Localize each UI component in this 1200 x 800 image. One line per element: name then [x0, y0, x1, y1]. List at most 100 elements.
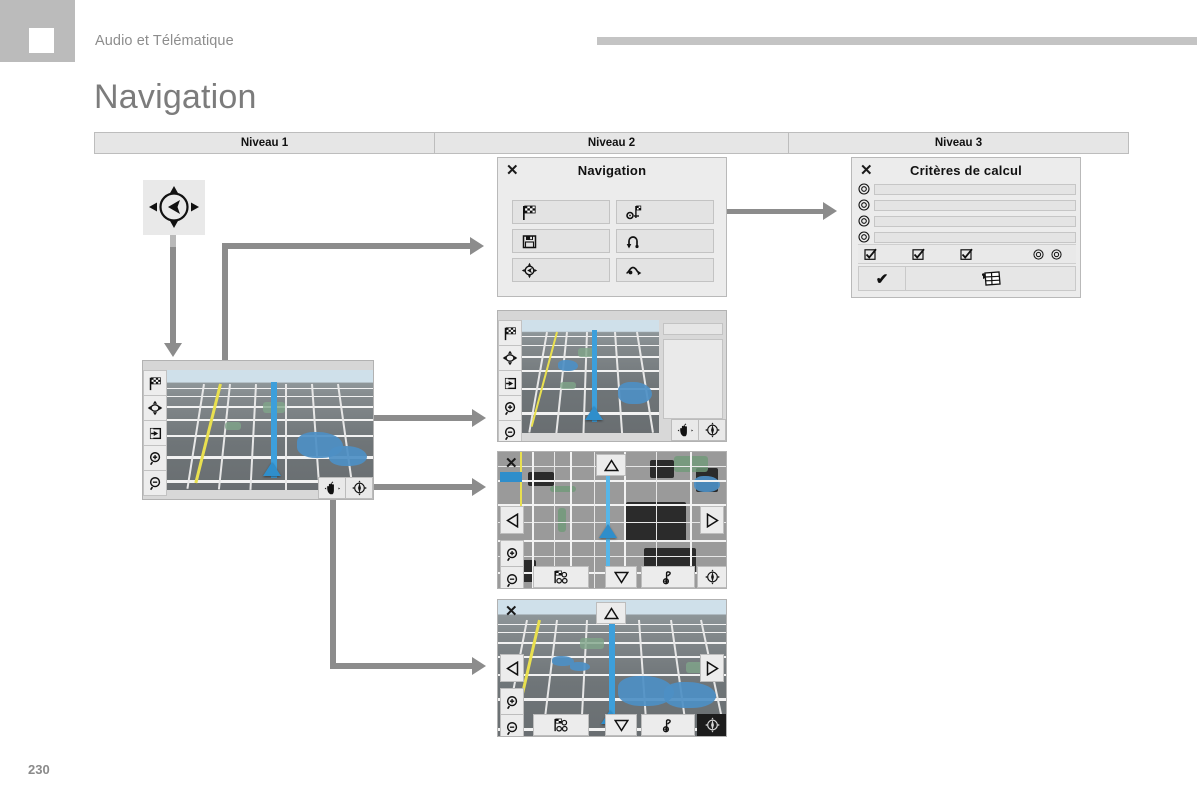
map-poi-button[interactable] [533, 566, 589, 588]
map-grid-button[interactable] [906, 267, 1075, 290]
criteria-option-row[interactable] [858, 230, 1076, 244]
map-bottom-bar [498, 714, 726, 736]
floppy-disk-save-icon [522, 234, 537, 248]
close-icon[interactable]: ✕ [506, 163, 519, 178]
corner-marker-inner [29, 28, 54, 53]
map-perspective-with-sidepanel[interactable] [497, 310, 727, 442]
pin-flag-icon [662, 718, 671, 732]
detail-list[interactable] [663, 339, 723, 419]
map-hand-pan-button[interactable] [671, 419, 699, 441]
map-canvas[interactable] [522, 320, 659, 433]
navigation-button-grid [512, 200, 714, 282]
pan-up-button[interactable] [596, 602, 626, 624]
map-zoom-in-button[interactable] [498, 395, 522, 421]
pan-down-button[interactable] [605, 714, 637, 736]
map-pan-button[interactable] [498, 345, 522, 371]
map-pan-button[interactable] [143, 395, 167, 421]
detail-field[interactable] [663, 323, 723, 335]
map-perspective-pan[interactable]: ✕ [497, 599, 727, 737]
navigation-joystick[interactable] [143, 180, 205, 235]
map-poi-button[interactable] [533, 714, 589, 736]
road-route-icon [626, 266, 642, 275]
triangle-down-icon [613, 571, 629, 584]
map-compass-button[interactable] [697, 566, 726, 588]
radio-button-icon [858, 215, 870, 227]
connector-joystick-to-map1 [170, 247, 176, 343]
compass-position-icon [521, 262, 538, 278]
pan-down-button[interactable] [605, 566, 637, 588]
pan-left-button[interactable] [500, 506, 524, 534]
criteria-option-row[interactable] [858, 182, 1076, 196]
checkered-flag-icon [504, 326, 516, 340]
checkbox-checked-icon [912, 248, 925, 260]
map-toolbar [143, 370, 167, 496]
criteria-checkbox-1[interactable] [858, 248, 906, 261]
close-icon[interactable]: ✕ [505, 456, 518, 471]
map-mode-buttons [318, 477, 373, 499]
map-canvas[interactable] [167, 370, 373, 490]
map-compass-button[interactable] [697, 714, 726, 736]
checkered-flag-icon [523, 205, 536, 220]
map-destination-button[interactable] [143, 370, 167, 396]
pan-right-button[interactable] [700, 654, 724, 682]
map-zoom-in-button[interactable] [500, 688, 524, 716]
nav-detour-button[interactable] [616, 229, 714, 253]
map-exit-button[interactable] [498, 370, 522, 396]
compass-rose-icon [704, 422, 720, 438]
pan-right-button[interactable] [700, 506, 724, 534]
map-destination-button[interactable] [498, 320, 522, 346]
criteria-option-row[interactable] [858, 198, 1076, 212]
map-compass-button[interactable] [345, 477, 373, 499]
map-topdown-pan[interactable]: ✕ [497, 451, 727, 589]
criteria-checkbox-3[interactable] [954, 248, 1002, 261]
map-hand-pan-button[interactable] [318, 477, 346, 499]
zoom-in-icon [506, 695, 517, 709]
zoom-in-icon [149, 451, 160, 465]
criteria-option-row[interactable] [858, 214, 1076, 228]
level-header-row: Niveau 1 Niveau 2 Niveau 3 [94, 132, 1129, 154]
checkered-flag-icon [149, 376, 161, 390]
connector-arrowhead-map3 [472, 478, 486, 496]
nav-destination-button[interactable] [512, 200, 610, 224]
zoom-in-icon [504, 401, 515, 415]
triangle-left-icon [505, 512, 518, 528]
pan-up-button[interactable] [596, 454, 626, 476]
level-header-3: Niveau 3 [788, 132, 1129, 154]
close-icon[interactable]: ✕ [860, 163, 873, 178]
poi-landmark-icon [554, 718, 568, 732]
nav-route-criteria-button[interactable] [616, 200, 714, 224]
criteria-checkbox-2[interactable] [906, 248, 954, 261]
radio-button-icon[interactable] [1051, 248, 1062, 260]
map-pin-flag-button[interactable] [641, 566, 695, 588]
map-compass-button[interactable] [698, 419, 726, 441]
confirm-button[interactable]: ✔ [859, 267, 906, 290]
map-zoom-in-button[interactable] [143, 445, 167, 471]
map-pin-flag-button[interactable] [641, 714, 695, 736]
close-icon[interactable]: ✕ [505, 604, 518, 619]
map-zoom-out-button[interactable] [143, 470, 167, 496]
poi-landmark-icon [554, 570, 568, 584]
nav-save-button[interactable] [512, 229, 610, 253]
map-status-strip [143, 361, 373, 370]
nav-position-button[interactable] [512, 258, 610, 282]
nav-road-route-button[interactable] [616, 258, 714, 282]
radio-button-icon[interactable] [1033, 248, 1044, 260]
connector-map1-to-map2 [372, 415, 474, 421]
connector-arrowhead-map2 [472, 409, 486, 427]
pan-left-button[interactable] [500, 654, 524, 682]
connector-map1-to-navpanel [222, 243, 472, 249]
checkbox-checked-icon [960, 248, 973, 260]
connector-map1-to-map3 [372, 484, 474, 490]
triangle-left-icon [505, 660, 518, 676]
criteria-radio-group [1033, 248, 1076, 260]
map-zoom-in-button[interactable] [500, 540, 524, 568]
map-exit-button[interactable] [143, 420, 167, 446]
page-title: Navigation [94, 78, 257, 116]
zoom-out-icon [504, 426, 515, 440]
triangle-down-icon [613, 719, 629, 732]
map-perspective-level1[interactable] [142, 360, 374, 500]
triangle-up-icon [603, 606, 619, 619]
map-zoom-out-button[interactable] [498, 420, 522, 441]
joystick-stem [170, 235, 176, 247]
criteria-footer: ✔ [858, 266, 1076, 291]
